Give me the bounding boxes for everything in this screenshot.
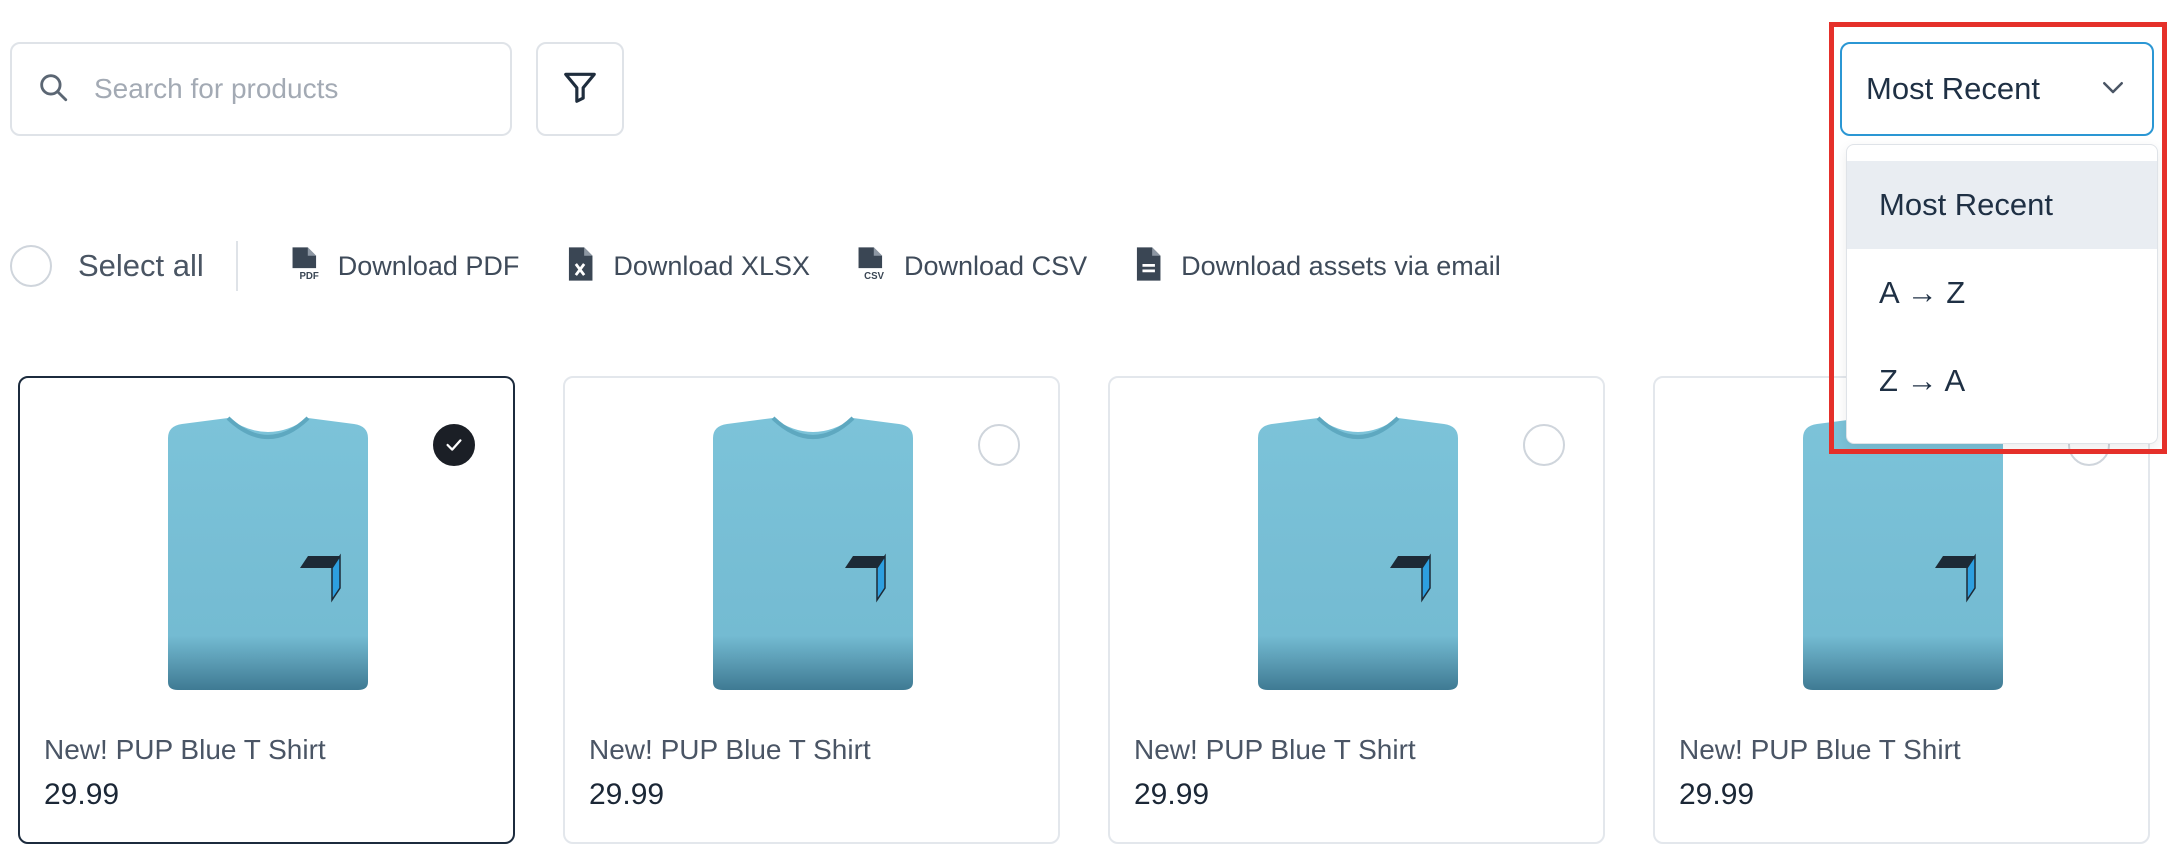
product-card[interactable]: New! PUP Blue T Shirt 29.99: [1108, 376, 1605, 844]
tshirt-image: [168, 416, 368, 690]
sort-selected-value: Most Recent: [1866, 71, 2041, 106]
download-xlsx-button[interactable]: Download XLSX: [563, 246, 810, 287]
download-email-button[interactable]: Download assets via email: [1131, 246, 1501, 287]
search-input[interactable]: [94, 73, 494, 105]
chevron-down-icon: [2098, 72, 2128, 107]
download-pdf-button[interactable]: PDF Download PDF: [288, 246, 520, 287]
sort-select[interactable]: Most Recent: [1840, 42, 2154, 136]
product-price: 29.99: [44, 778, 120, 811]
product-card[interactable]: New! PUP Blue T Shirt 29.99: [1653, 376, 2150, 844]
download-email-label: Download assets via email: [1181, 250, 1501, 281]
toolbar-divider: [235, 241, 238, 291]
pdf-file-icon: PDF: [288, 246, 322, 287]
product-price: 29.99: [589, 778, 665, 811]
select-all-label: Select all: [78, 248, 204, 283]
sort-option-z-a[interactable]: Z → A: [1847, 337, 2157, 425]
svg-text:CSV: CSV: [864, 271, 884, 282]
search-box[interactable]: [10, 42, 512, 136]
product-select-checkbox[interactable]: [433, 424, 475, 466]
sort-dropdown-menu: Most Recent A → Z Z → A: [1846, 144, 2158, 444]
sort-option-most-recent[interactable]: Most Recent: [1847, 161, 2157, 249]
product-price: 29.99: [1679, 778, 1755, 811]
tshirt-image: [1803, 416, 2003, 690]
product-catalog-page: Most Recent Select all PDF Download PDF: [0, 0, 2184, 856]
product-select-checkbox[interactable]: [1523, 424, 1565, 466]
product-name: New! PUP Blue T Shirt: [1679, 734, 1961, 765]
svg-text:PDF: PDF: [299, 271, 318, 282]
product-card[interactable]: New! PUP Blue T Shirt 29.99: [18, 376, 515, 844]
download-xlsx-label: Download XLSX: [613, 250, 810, 281]
filter-icon: [561, 68, 599, 111]
checkmark-icon: [446, 439, 462, 451]
product-select-checkbox[interactable]: [978, 424, 1020, 466]
download-pdf-label: Download PDF: [337, 250, 520, 281]
document-icon: [1131, 246, 1165, 287]
filter-button[interactable]: [536, 42, 624, 136]
product-name: New! PUP Blue T Shirt: [589, 734, 871, 765]
bulk-actions-toolbar: Select all PDF Download PDF Download XLS…: [10, 240, 1545, 292]
product-name: New! PUP Blue T Shirt: [1134, 734, 1416, 765]
tshirt-image: [713, 416, 913, 690]
product-card[interactable]: New! PUP Blue T Shirt 29.99: [563, 376, 1060, 844]
search-icon: [36, 70, 70, 109]
download-csv-label: Download CSV: [904, 250, 1088, 281]
select-all-radio[interactable]: [10, 245, 52, 287]
select-all-toggle[interactable]: Select all: [10, 245, 204, 287]
product-price: 29.99: [1134, 778, 1210, 811]
download-csv-button[interactable]: CSV Download CSV: [854, 246, 1087, 287]
csv-file-icon: CSV: [854, 246, 888, 287]
tshirt-image: [1258, 416, 1458, 690]
xlsx-file-icon: [563, 246, 597, 287]
sort-option-a-z[interactable]: A → Z: [1847, 249, 2157, 337]
product-name: New! PUP Blue T Shirt: [44, 734, 326, 765]
